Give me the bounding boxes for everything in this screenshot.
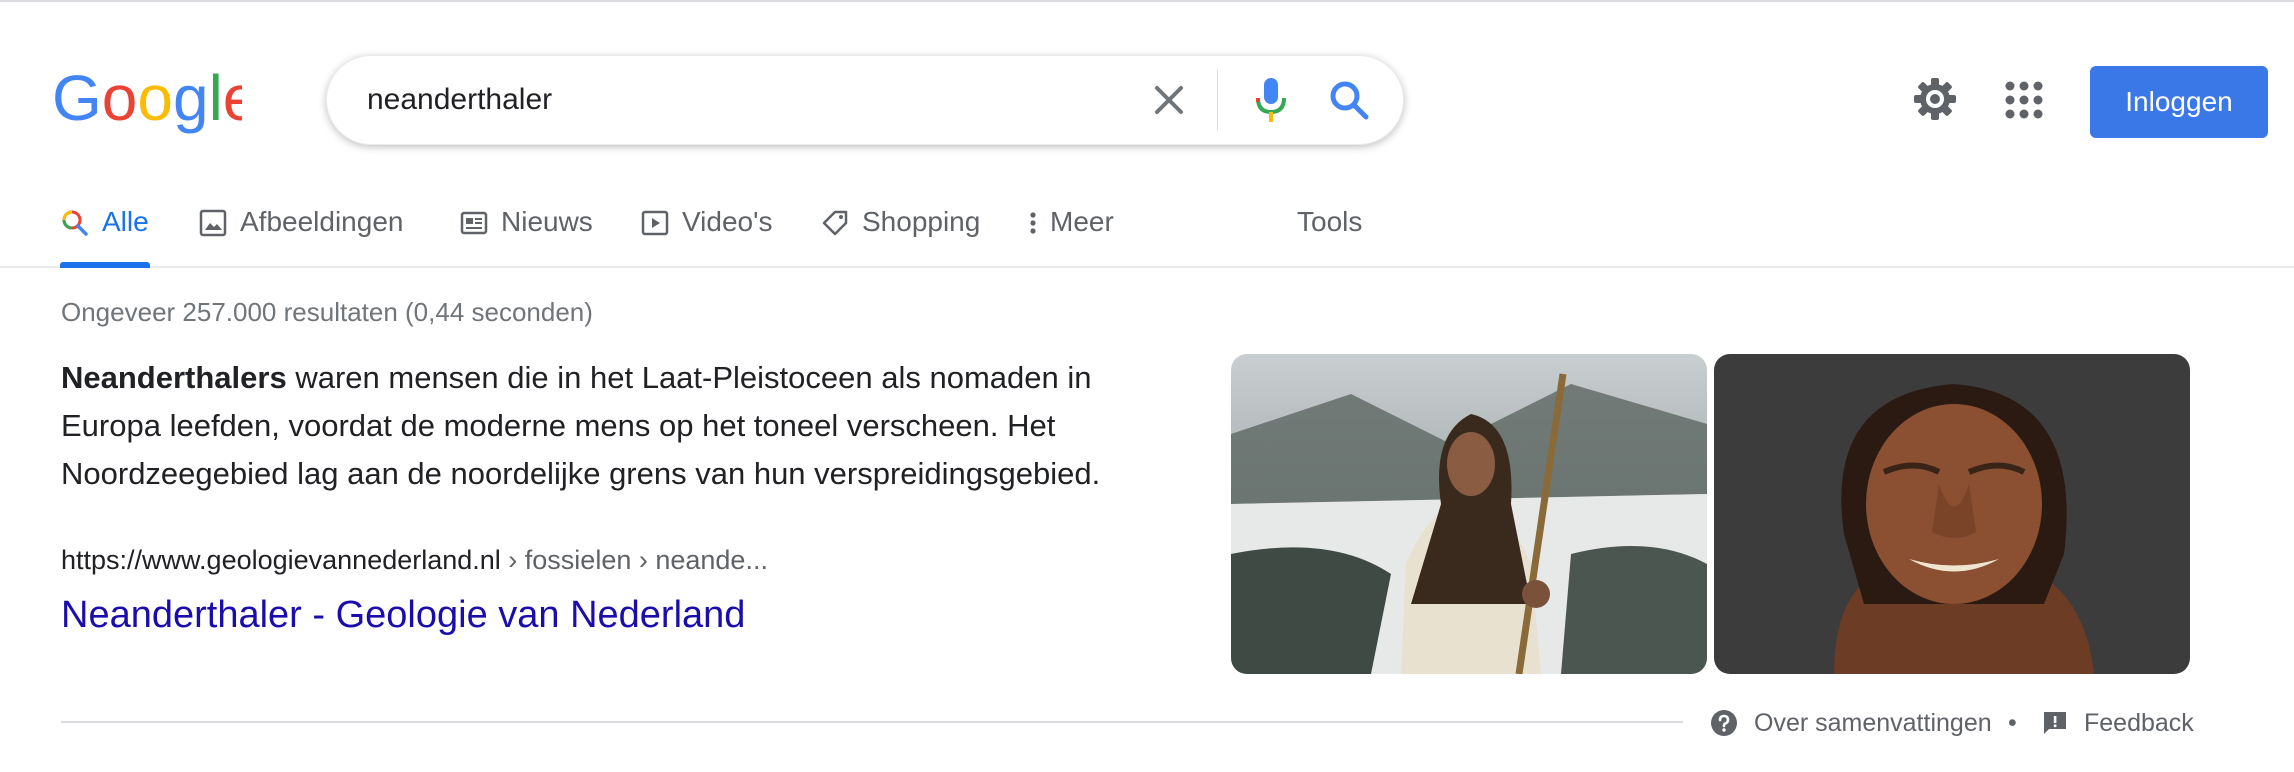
neanderthal-museum-figure-image <box>1231 354 1707 674</box>
tab-videos[interactable]: Video's <box>640 200 772 268</box>
tools-label: Tools <box>1297 206 1363 237</box>
tab-alle[interactable]: Alle <box>60 200 149 268</box>
thumbnail-image-1[interactable] <box>1231 354 1707 674</box>
tab-afbeeldingen[interactable]: Afbeeldingen <box>198 200 403 268</box>
search-input[interactable]: neanderthaler <box>367 56 552 144</box>
feedback-label: Feedback <box>2084 708 2194 737</box>
feedback-icon <box>2044 712 2066 734</box>
top-border <box>0 0 2294 2</box>
video-icon <box>641 210 669 236</box>
tabs-divider <box>0 266 2294 268</box>
thumbnail-image-2[interactable] <box>1714 354 2190 674</box>
search-tabs: Alle Afbeeldingen Nieuws Video's Shoppin… <box>0 200 2294 268</box>
featured-snippet-text: Neanderthalers waren mensen die in het L… <box>61 354 1171 498</box>
tab-label: Shopping <box>862 206 981 237</box>
tab-nieuws[interactable]: Nieuws <box>459 200 593 268</box>
result-stats: Ongeveer 257.000 resultaten (0,44 second… <box>61 297 593 327</box>
tab-label: Afbeeldingen <box>240 206 404 237</box>
tab-shopping[interactable]: Shopping <box>820 200 980 268</box>
tab-label: Meer <box>1050 206 1114 237</box>
apps-grid-icon[interactable] <box>2004 80 2044 120</box>
login-button[interactable]: Inloggen <box>2090 66 2268 138</box>
help-circle-icon <box>1711 710 1737 736</box>
tab-label: Alle <box>102 206 149 237</box>
google-logo[interactable]: Google <box>52 64 242 140</box>
active-tab-indicator <box>60 262 150 268</box>
search-box[interactable]: neanderthaler <box>326 55 1404 145</box>
more-vert-icon <box>1030 212 1036 234</box>
tab-meer[interactable]: Meer <box>1026 200 1114 268</box>
cite-breadcrumb: › fossielen › neande... <box>500 545 768 575</box>
settings-gear-icon[interactable] <box>1910 74 1960 124</box>
about-snippets-link[interactable]: Over samenvattingen <box>1710 706 1992 740</box>
feedback-link[interactable]: Feedback <box>2042 706 2194 740</box>
tab-label: Video's <box>682 206 773 237</box>
tag-icon <box>822 210 848 236</box>
snippet-bold-term: Neanderthalers <box>61 360 287 395</box>
tools-button[interactable]: Tools <box>1297 200 1362 268</box>
result-url[interactable]: https://www.geologievannederland.nl › fo… <box>61 542 768 578</box>
searchbox-divider <box>1217 70 1218 130</box>
logo-text: Google <box>52 64 242 134</box>
image-icon <box>199 209 227 237</box>
news-icon <box>460 211 488 235</box>
microphone-icon[interactable] <box>1249 74 1293 126</box>
result-title-link[interactable]: Neanderthaler - Geologie van Nederland <box>61 590 745 640</box>
result-divider <box>61 721 1683 723</box>
cite-domain: https://www.geologievannederland.nl <box>61 545 501 575</box>
clear-icon[interactable] <box>1147 78 1191 122</box>
tab-label: Nieuws <box>501 206 593 237</box>
search-icon <box>62 210 88 236</box>
footer-separator: • <box>2008 709 2017 737</box>
about-label: Over samenvattingen <box>1754 708 1992 737</box>
search-icon[interactable] <box>1325 76 1373 124</box>
neanderthal-face-reconstruction-image <box>1714 354 2190 674</box>
